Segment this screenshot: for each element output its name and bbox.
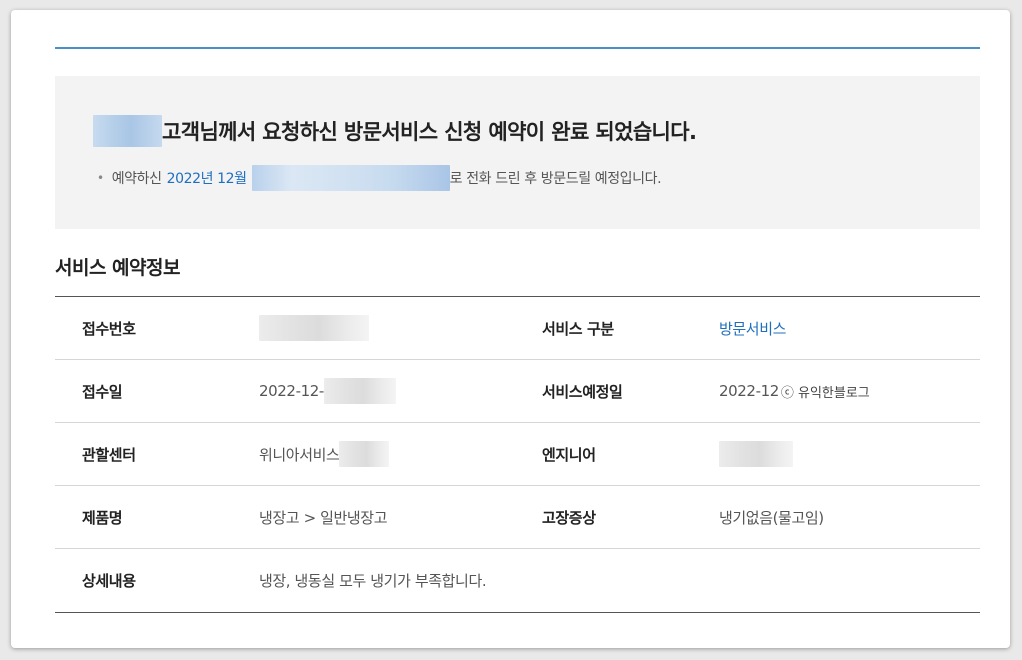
receipt-date-text: 2022-12- — [259, 382, 324, 400]
watermark: ⓒ 유익한블로그 — [780, 385, 870, 401]
value-engineer — [719, 423, 793, 485]
table-row: 접수번호 서비스 구분 방문서비스 — [55, 297, 980, 360]
label-receipt-date: 접수일 — [82, 382, 123, 401]
top-divider — [55, 47, 980, 49]
value-scheduled-date: 2022-12 ⓒ 유익한블로그 — [719, 360, 870, 422]
notice-suffix: 로 전화 드린 후 방문드릴 예정입니다. — [449, 171, 662, 187]
reservation-card: 고객님께서 요청하신 방문서비스 신청 예약이 완료 되었습니다. • 예약하신… — [11, 10, 1010, 648]
label-details: 상세내용 — [82, 572, 136, 590]
label-service-type: 서비스 구분 — [542, 319, 614, 338]
notice-title: 고객님께서 요청하신 방문서비스 신청 예약이 완료 되었습니다. — [162, 120, 697, 144]
scheduled-date-text: 2022-12 — [719, 382, 779, 400]
value-symptom: 냉기없음(물고임) — [719, 508, 824, 527]
redacted-receipt-number — [259, 315, 369, 341]
value-receipt-date: 2022-12- — [259, 360, 396, 422]
notice-detail: • 예약하신 2022년 12월 로 전화 드린 후 방문드릴 예정입니다. — [97, 165, 662, 191]
label-scheduled-date: 서비스예정일 — [542, 382, 623, 401]
label-product-name: 제품명 — [82, 508, 123, 527]
value-product-name: 냉장고 > 일반냉장고 — [259, 508, 388, 527]
completion-notice: 고객님께서 요청하신 방문서비스 신청 예약이 완료 되었습니다. • 예약하신… — [55, 76, 980, 229]
label-symptom: 고장증상 — [542, 508, 596, 527]
redacted-center-name — [339, 441, 390, 467]
redacted-receipt-day — [323, 378, 396, 404]
label-service-center: 관할센터 — [82, 445, 136, 464]
service-center-text: 위니아서비스 — [259, 445, 340, 464]
value-details: 냉장, 냉동실 모두 냉기가 부족합니다. — [259, 572, 487, 590]
bullet-icon: • — [97, 171, 104, 185]
table-row: 관할센터 위니아서비스 엔지니어 — [55, 423, 980, 486]
label-engineer: 엔지니어 — [542, 445, 596, 464]
redacted-engineer-name — [719, 441, 793, 467]
table-row: 제품명 냉장고 > 일반냉장고 고장증상 냉기없음(물고임) — [55, 486, 980, 549]
value-receipt-number — [259, 297, 369, 359]
value-service-type: 방문서비스 — [719, 319, 787, 338]
table-row: 접수일 2022-12- 서비스예정일 2022-12 ⓒ 유익한블로그 — [55, 360, 980, 423]
label-receipt-number: 접수번호 — [82, 319, 136, 338]
notice-date-link: 2022년 12월 — [166, 171, 247, 187]
table-row: 상세내용 냉장, 냉동실 모두 냉기가 부족합니다. — [55, 549, 980, 613]
reservation-info-table: 접수번호 서비스 구분 방문서비스 접수일 2022-12- 서비스예정일 20… — [55, 296, 980, 613]
section-title: 서비스 예약정보 — [55, 256, 180, 279]
value-service-center: 위니아서비스 — [259, 423, 390, 485]
redacted-visit-time — [251, 165, 450, 191]
notice-prefix: 예약하신 — [111, 171, 162, 187]
redacted-customer-name — [93, 115, 162, 147]
notice-title-row: 고객님께서 요청하신 방문서비스 신청 예약이 완료 되었습니다. — [93, 114, 697, 148]
